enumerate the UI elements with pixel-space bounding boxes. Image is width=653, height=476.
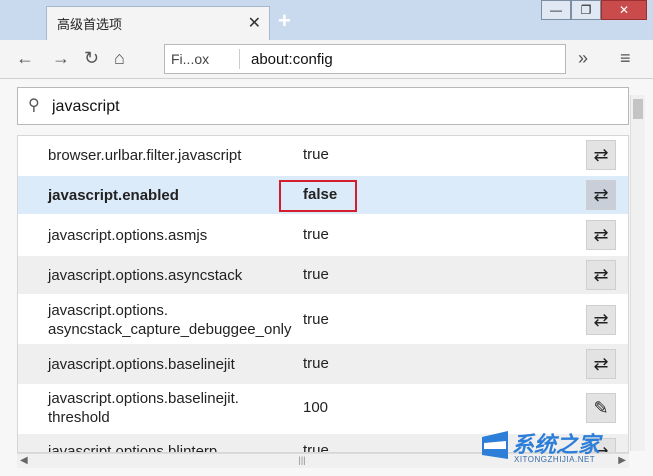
new-tab-button[interactable]: + — [278, 8, 291, 34]
toggle-icon[interactable]: ⇄ — [586, 305, 616, 335]
toggle-icon[interactable]: ⇄ — [586, 220, 616, 250]
minimize-button[interactable]: — — [541, 0, 571, 20]
search-icon: ⚲ — [28, 97, 40, 114]
back-icon[interactable]: ← — [16, 48, 34, 69]
toggle-icon[interactable]: ⇄ — [586, 140, 616, 170]
tab-close-icon[interactable]: ✕ — [248, 13, 261, 33]
search-box[interactable]: ⚲ — [17, 87, 629, 125]
scroll-left-icon[interactable]: ◀ — [20, 455, 28, 466]
vertical-scroll-thumb[interactable] — [633, 99, 643, 119]
tab-title: 高级首选项 — [57, 17, 123, 32]
pref-name: javascript.options.asyncstack — [48, 267, 243, 284]
table-row[interactable]: javascript.enabled false ⇄ — [18, 176, 628, 214]
menu-icon[interactable]: ≡ — [620, 48, 631, 69]
edit-icon[interactable]: ✎ — [586, 393, 616, 423]
table-row[interactable]: browser.urlbar.filter.javascript true ⇄ — [18, 136, 628, 174]
overflow-icon[interactable]: » — [578, 48, 588, 69]
url-text[interactable]: about:config — [251, 51, 333, 68]
home-icon[interactable]: ⌂ — [114, 48, 125, 69]
toggle-icon[interactable]: ⇄ — [586, 260, 616, 290]
toggle-icon[interactable]: ⇄ — [586, 180, 616, 210]
pref-name-line1: javascript.options.baselinejit. — [48, 390, 239, 407]
title-bar: 高级首选项 ✕ + — ❐ ✕ — [0, 0, 653, 40]
table-row[interactable]: javascript.options.baselinejit true ⇄ — [18, 344, 628, 384]
horizontal-scroll-thumb[interactable]: ||| — [292, 456, 312, 465]
pref-value: true — [303, 146, 329, 163]
pref-value: 100 — [303, 399, 329, 416]
close-window-button[interactable]: ✕ — [601, 0, 647, 20]
site-identity[interactable]: Fi...ox — [171, 51, 209, 67]
navigation-bar: ← → ↻ ⌂ Fi...ox about:config » ≡ — [0, 40, 653, 79]
active-tab[interactable]: 高级首选项 ✕ — [46, 6, 270, 40]
pref-value: true — [303, 355, 329, 372]
search-input[interactable] — [50, 94, 614, 120]
restore-button[interactable]: ❐ — [571, 0, 601, 20]
pref-name-line2: asyncstack_capture_debuggee_only — [48, 321, 292, 338]
pref-value: true — [303, 226, 329, 243]
pref-name: javascript.options.baselinejit — [48, 356, 235, 373]
table-row[interactable]: javascript.options.asmjs true ⇄ — [18, 216, 628, 254]
table-row[interactable]: javascript.options.asyncstack true ⇄ — [18, 256, 628, 294]
preferences-table: browser.urlbar.filter.javascript true ⇄ … — [17, 135, 629, 453]
toggle-icon[interactable]: ⇄ — [586, 349, 616, 379]
table-row[interactable]: javascript.options. asyncstack_capture_d… — [18, 296, 628, 344]
pref-value: true — [303, 442, 329, 453]
pref-name: javascript.options.blinterp — [48, 443, 218, 453]
pref-name: browser.urlbar.filter.javascript — [48, 147, 242, 164]
url-bar[interactable]: Fi...ox about:config — [164, 44, 566, 74]
reload-icon[interactable]: ↻ — [84, 48, 99, 69]
watermark-url: XITONGZHIJIA.NET — [514, 455, 596, 464]
window-controls: — ❐ ✕ — [541, 0, 647, 20]
table-row[interactable]: javascript.options.baselinejit. threshol… — [18, 384, 628, 432]
pref-name: javascript.enabled — [48, 187, 179, 204]
config-page: ⚲ browser.urlbar.filter.javascript true … — [0, 79, 653, 476]
watermark-logo: 系统之家 XITONGZHIJIA.NET — [478, 427, 648, 472]
url-separator — [239, 49, 240, 69]
pref-name: javascript.options.asmjs — [48, 227, 208, 244]
vertical-scrollbar[interactable] — [630, 95, 645, 451]
watermark-logo-icon — [482, 431, 508, 459]
pref-name-line2: threshold — [48, 409, 110, 426]
pref-value: false — [303, 186, 338, 203]
pref-name-line1: javascript.options. — [48, 302, 169, 319]
browser-window: 高级首选项 ✕ + — ❐ ✕ ← → ↻ ⌂ Fi...ox about:co… — [0, 0, 653, 476]
forward-icon[interactable]: → — [52, 48, 70, 69]
pref-value: true — [303, 266, 329, 283]
pref-value: true — [303, 311, 329, 328]
